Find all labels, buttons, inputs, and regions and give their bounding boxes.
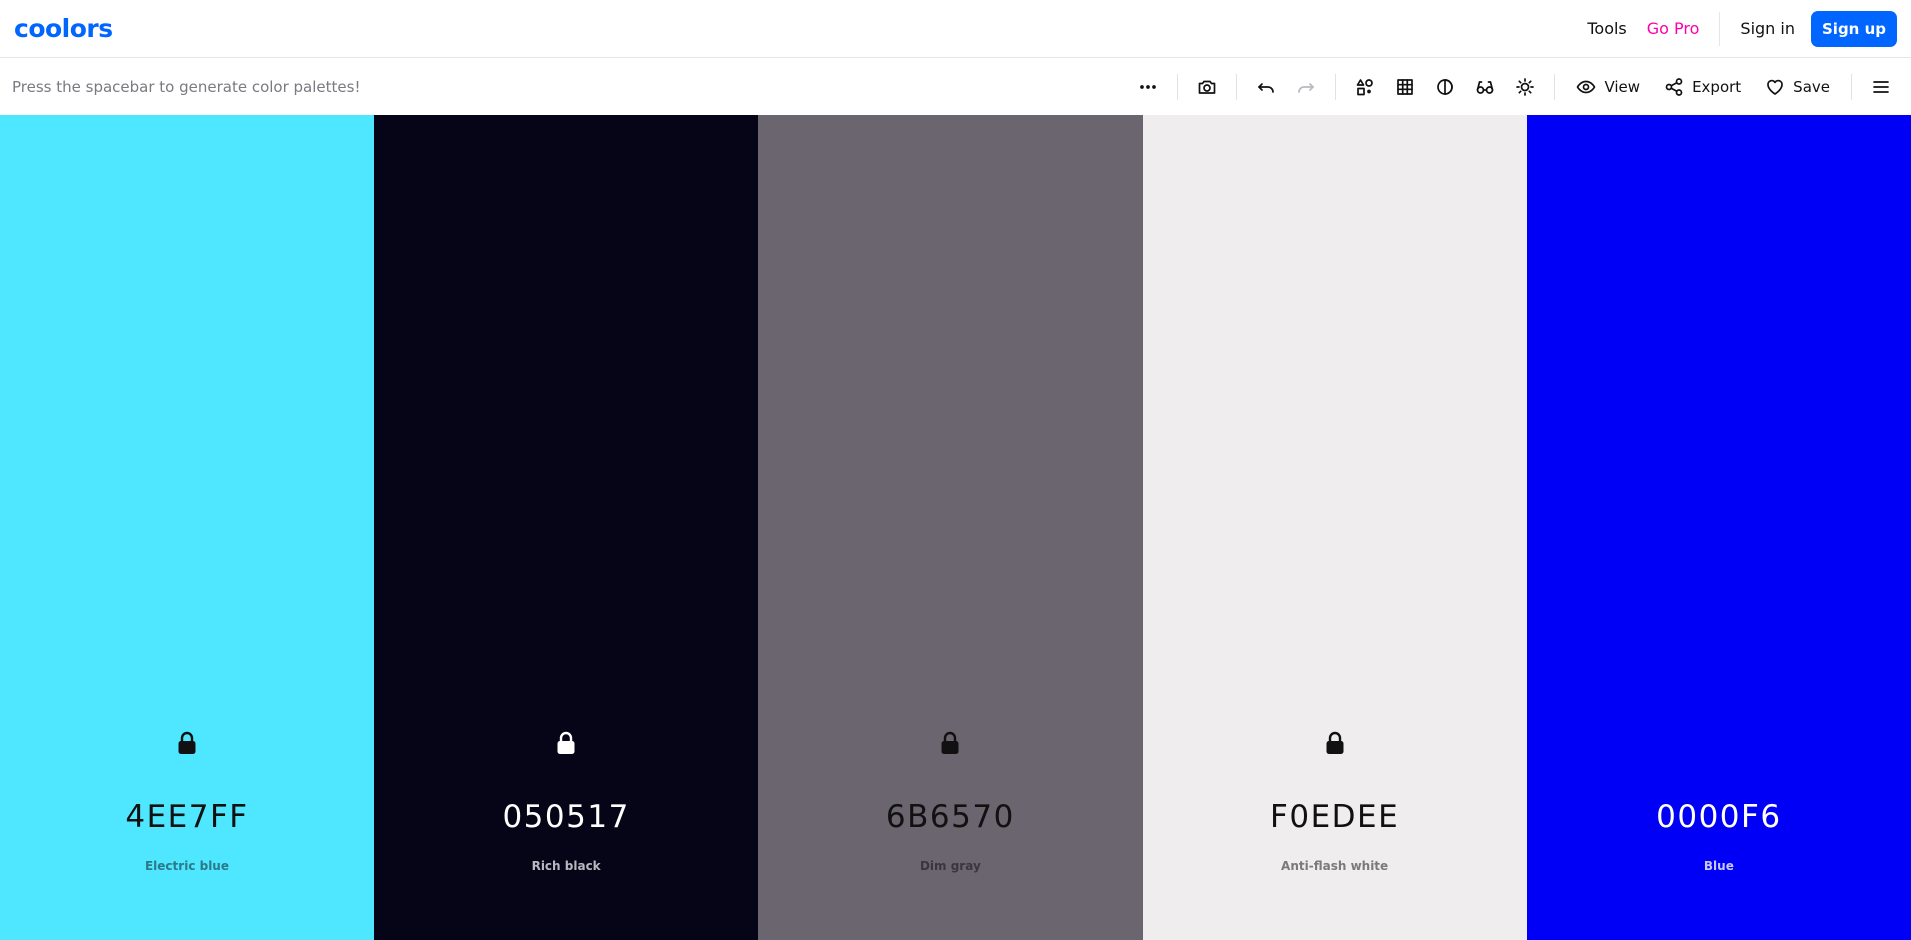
- toolbar-divider: [1177, 73, 1179, 100]
- color-swatch-5[interactable]: 0000F6 Blue: [1526, 115, 1911, 940]
- sun-icon: [1516, 77, 1535, 96]
- shapes-button[interactable]: [1345, 67, 1385, 107]
- toolbar-actions: View Export Save: [1128, 58, 1901, 115]
- glasses-icon: [1477, 80, 1494, 94]
- menu-button[interactable]: [1861, 67, 1901, 107]
- shapes-icon: [1357, 78, 1374, 95]
- nav-divider: [1719, 11, 1721, 46]
- hex-code[interactable]: 0000F6: [1527, 799, 1911, 835]
- share-icon: [1665, 77, 1683, 96]
- more-icon: [1140, 84, 1157, 89]
- camera-button[interactable]: [1187, 67, 1227, 107]
- save-button[interactable]: Save: [1753, 67, 1842, 107]
- redo-button[interactable]: [1286, 67, 1326, 107]
- lock-icon[interactable]: [1325, 731, 1345, 755]
- spacebar-hint: Press the spacebar to generate color pal…: [12, 77, 361, 96]
- sign-up-button[interactable]: Sign up: [1811, 10, 1897, 47]
- grid-view-button[interactable]: [1385, 67, 1425, 107]
- color-swatch-3[interactable]: 6B6570 Dim gray: [758, 115, 1143, 940]
- save-label: Save: [1793, 77, 1830, 96]
- redo-icon: [1298, 82, 1315, 93]
- go-pro-link[interactable]: Go Pro: [1637, 19, 1720, 38]
- color-swatch-2[interactable]: 050517 Rich black: [374, 115, 759, 940]
- color-name: Rich black: [531, 859, 601, 873]
- color-name: Anti-flash white: [1281, 859, 1389, 873]
- heart-icon: [1767, 79, 1784, 95]
- hex-code[interactable]: 6B6570: [758, 799, 1142, 835]
- hex-code[interactable]: F0EDEE: [1143, 799, 1527, 835]
- color-palette: 4EE7FF Electric blue 050517 Rich black 6…: [0, 115, 1911, 940]
- hex-code[interactable]: 4EE7FF: [0, 799, 374, 835]
- lock-icon[interactable]: [556, 731, 576, 755]
- tools-link[interactable]: Tools: [1577, 19, 1636, 38]
- sign-in-link[interactable]: Sign in: [1730, 19, 1805, 38]
- color-swatch-1[interactable]: 4EE7FF Electric blue: [0, 115, 374, 940]
- eye-icon: [1577, 80, 1596, 93]
- color-swatch-4[interactable]: F0EDEE Anti-flash white: [1142, 115, 1527, 940]
- undo-icon: [1258, 82, 1275, 93]
- view-label: View: [1604, 77, 1641, 96]
- view-button[interactable]: View: [1564, 67, 1652, 107]
- lock-icon[interactable]: [940, 731, 960, 755]
- top-navigation: coolors Tools Go Pro Sign in Sign up: [0, 0, 1911, 58]
- export-label: Export: [1692, 77, 1742, 96]
- more-options-button[interactable]: [1128, 67, 1168, 107]
- hex-code[interactable]: 050517: [374, 799, 758, 835]
- theme-button[interactable]: [1505, 67, 1545, 107]
- lock-icon[interactable]: [177, 731, 197, 755]
- toolbar-divider: [1851, 73, 1852, 100]
- grid-icon: [1397, 78, 1414, 95]
- camera-icon: [1199, 80, 1216, 94]
- color-name: Electric blue: [144, 859, 229, 873]
- undo-button[interactable]: [1246, 67, 1286, 107]
- contrast-button[interactable]: [1425, 67, 1465, 107]
- hamburger-menu-icon: [1873, 80, 1889, 93]
- toolbar-divider: [1554, 73, 1556, 100]
- coolors-logo[interactable]: coolors: [14, 16, 113, 41]
- toolbar-divider: [1335, 73, 1337, 100]
- top-nav-links: Tools Go Pro Sign in Sign up: [1577, 0, 1897, 57]
- toolbar-divider: [1236, 73, 1238, 100]
- export-button[interactable]: Export: [1652, 67, 1753, 107]
- contrast-icon: [1437, 78, 1454, 95]
- color-blindness-button[interactable]: [1465, 67, 1505, 107]
- color-name: Blue: [1703, 859, 1734, 873]
- color-name: Dim gray: [919, 859, 981, 873]
- generator-toolbar: Press the spacebar to generate color pal…: [0, 58, 1911, 115]
